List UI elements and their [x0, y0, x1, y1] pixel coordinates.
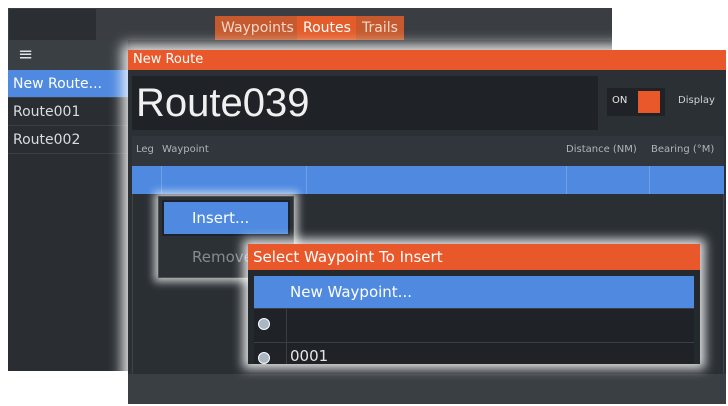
column-header-distance: Distance (NM) [566, 144, 637, 155]
sidebar-item-route001[interactable]: Route001 [8, 98, 128, 126]
column-header-waypoint: Waypoint [162, 144, 209, 155]
column-divider [306, 166, 307, 194]
sidebar-item-route002[interactable]: Route002 [8, 126, 128, 154]
display-label: Display [678, 95, 715, 106]
tab-waypoints[interactable]: Waypoints [215, 16, 300, 40]
dialog-title: New Route [128, 50, 726, 70]
waypoint-marker-icon [258, 318, 270, 330]
waypoint-list-item[interactable] [254, 308, 694, 342]
column-divider [161, 166, 162, 194]
new-waypoint-option[interactable]: New Waypoint... [254, 276, 694, 308]
insert-menu-item[interactable]: Insert... [162, 200, 290, 236]
display-toggle[interactable] [638, 91, 660, 113]
column-header-leg: Leg [136, 144, 154, 155]
tab-trails[interactable]: Trails [356, 16, 404, 40]
list-divider [286, 308, 287, 342]
dialog-footer [128, 374, 726, 404]
waypoint-dialog-title: Select Waypoint To Insert [248, 244, 700, 270]
waypoint-name: 0001 [290, 347, 329, 365]
column-header-bearing: Bearing (°M) [651, 144, 715, 155]
table-row[interactable] [132, 166, 724, 194]
sidebar-item-new-route[interactable]: New Route... [8, 70, 128, 98]
column-divider [566, 166, 567, 194]
column-divider [649, 166, 650, 194]
hamburger-icon[interactable]: ≡ [8, 40, 128, 70]
waypoint-marker-icon [258, 352, 270, 364]
route-name-text: Route039 [136, 81, 310, 125]
tab-routes[interactable]: Routes [297, 16, 357, 40]
toggle-state-label: ON [612, 95, 628, 106]
list-divider [286, 342, 287, 364]
